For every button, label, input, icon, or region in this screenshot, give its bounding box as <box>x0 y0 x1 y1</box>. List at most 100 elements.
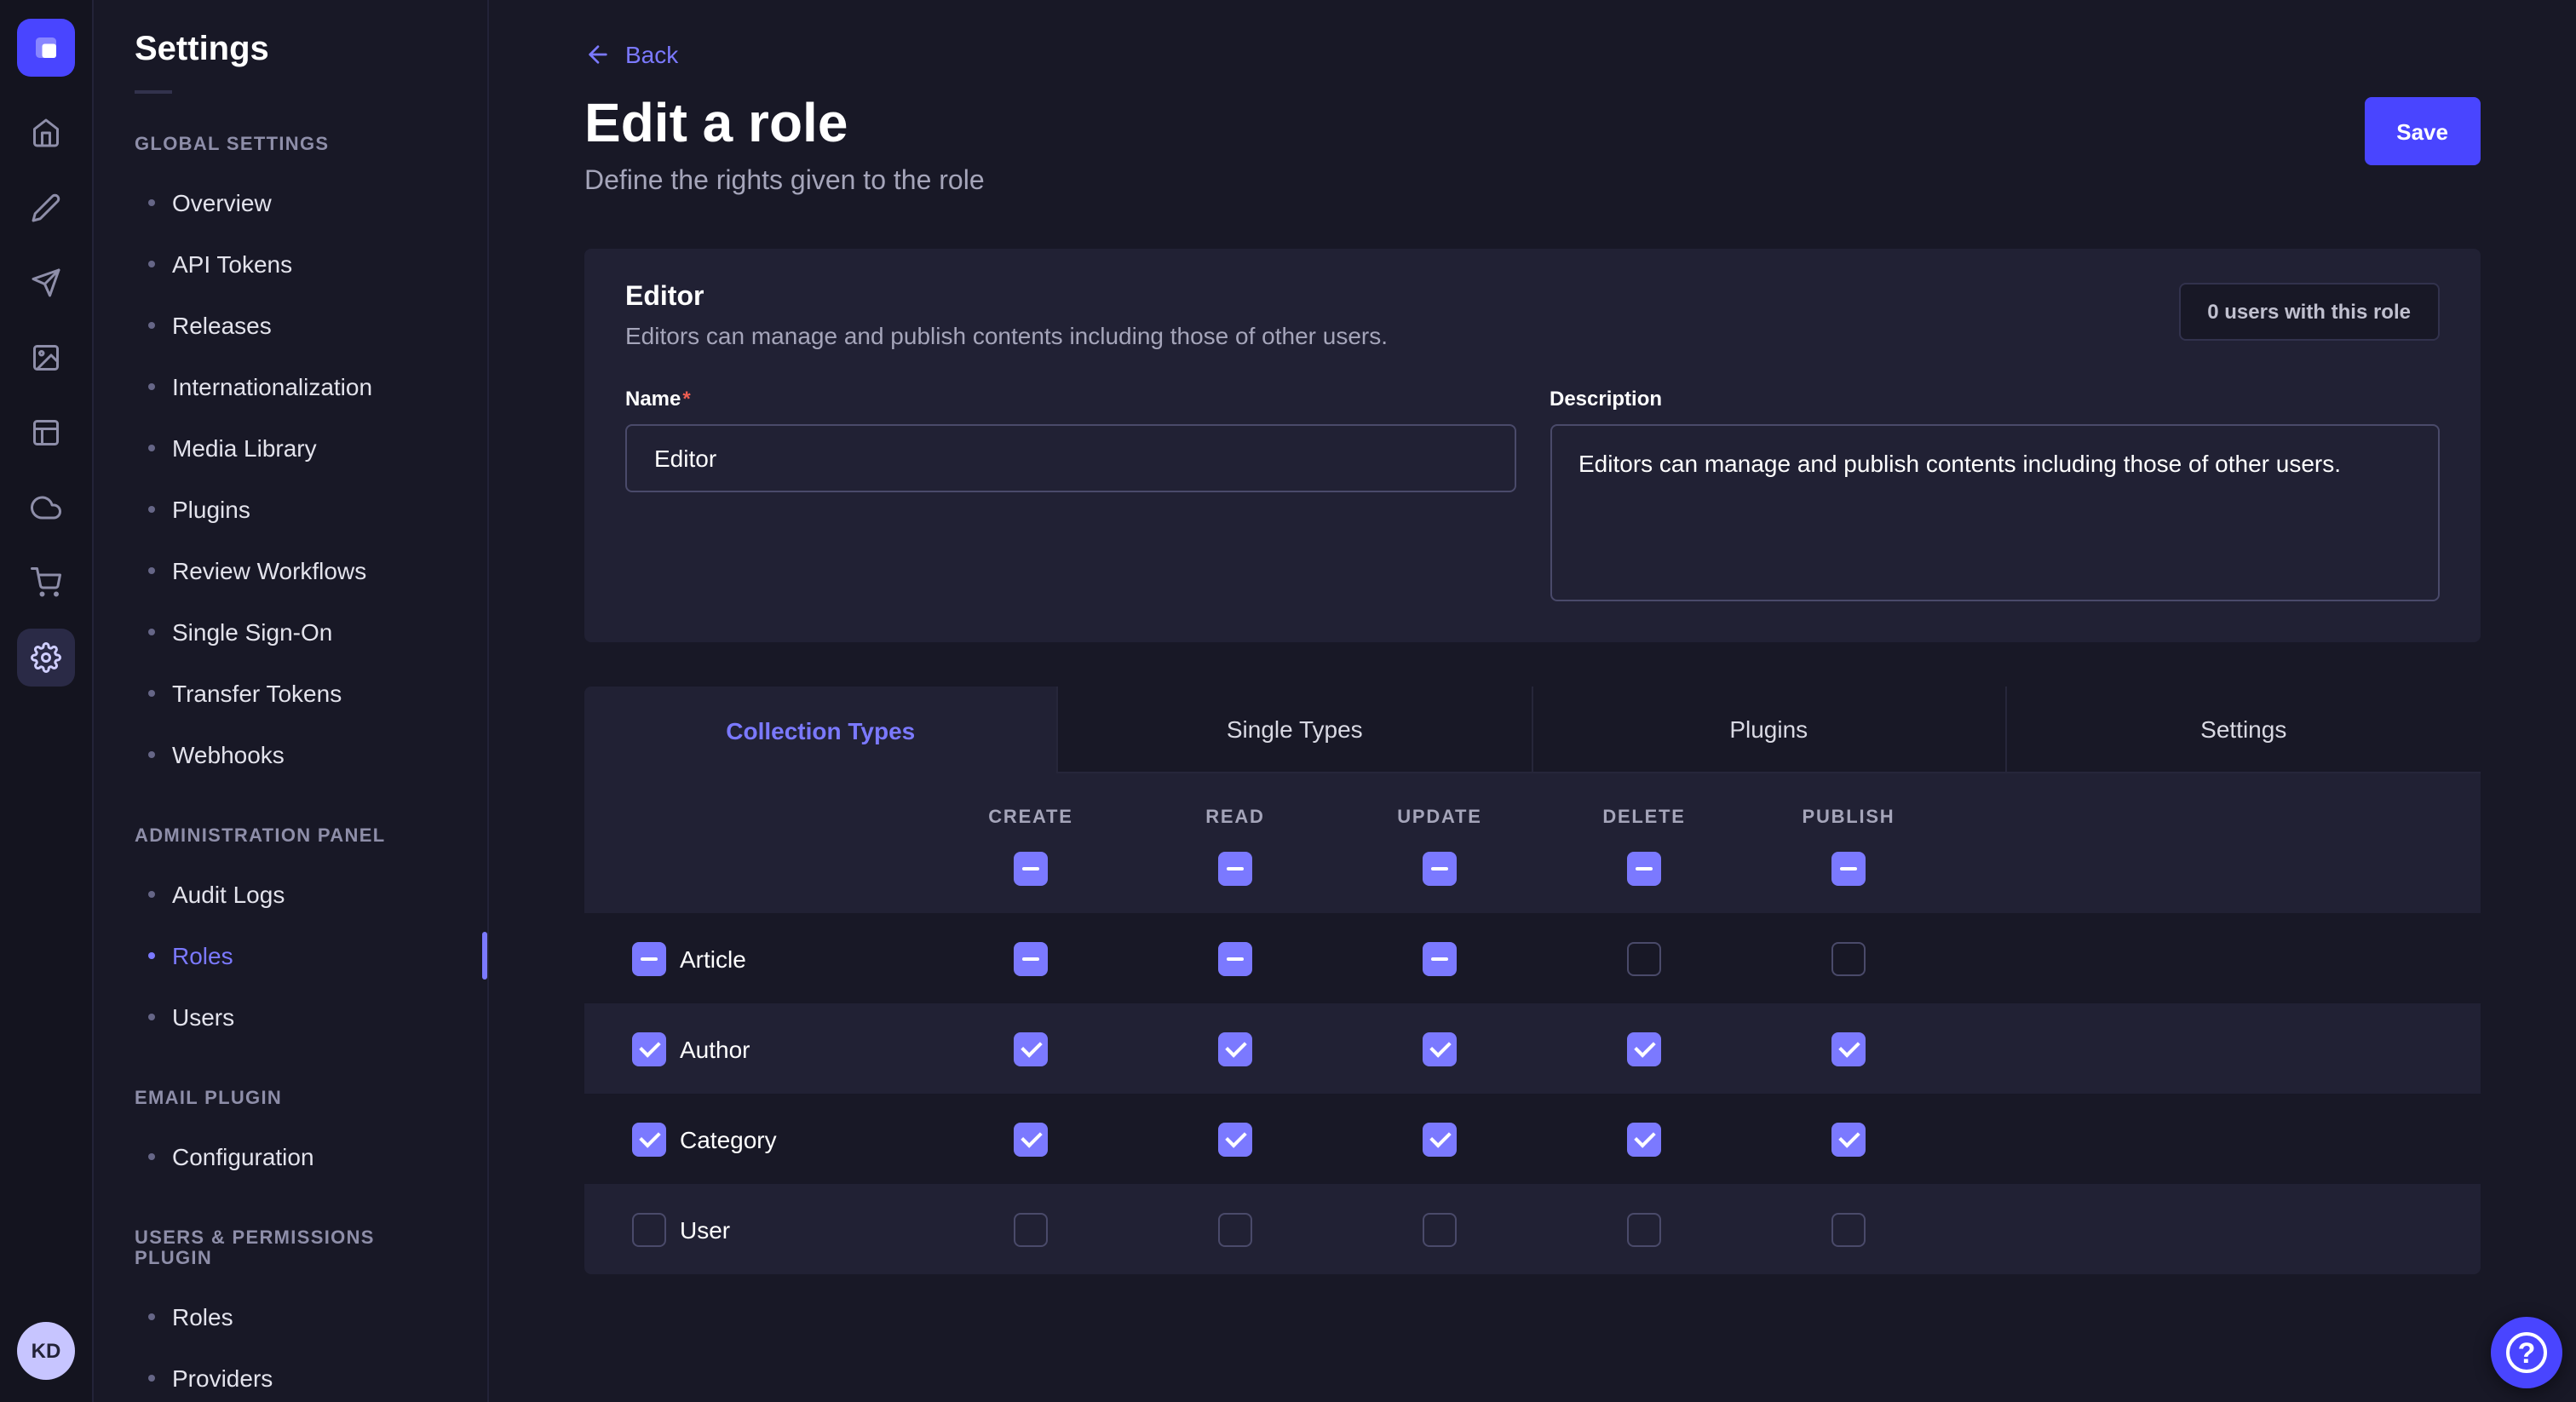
publish-checkbox[interactable] <box>1831 1212 1866 1246</box>
sidebar-item-webhooks[interactable]: Webhooks <box>94 724 487 785</box>
back-label: Back <box>625 41 678 68</box>
settings-gear-icon[interactable] <box>17 629 75 687</box>
marketplace-cart-icon[interactable] <box>17 554 75 612</box>
save-button[interactable]: Save <box>2364 97 2481 165</box>
sidebar-item-label: Webhooks <box>172 741 285 768</box>
sidebar-item-releases[interactable]: Releases <box>94 295 487 356</box>
releases-icon[interactable] <box>17 254 75 312</box>
permissions-card: Collection Types Single Types Plugins Se… <box>584 687 2481 1274</box>
create-checkbox[interactable] <box>1014 1212 1048 1246</box>
content-type-label: Category <box>680 1125 777 1152</box>
sidebar-item-label: Roles <box>172 942 233 969</box>
sidebar-item-configuration[interactable]: Configuration <box>94 1126 487 1187</box>
tab-collection-types[interactable]: Collection Types <box>584 687 1059 773</box>
main-content: Back Edit a role Define the rights given… <box>489 0 2576 1402</box>
sidebar-item-overview[interactable]: Overview <box>94 172 487 233</box>
update-checkbox[interactable] <box>1423 941 1457 975</box>
sidebar-item-label: Overview <box>172 189 272 216</box>
publish-checkbox[interactable] <box>1831 941 1866 975</box>
column-header-create: CREATE <box>929 807 1133 828</box>
sidebar-item-label: Transfer Tokens <box>172 680 342 707</box>
row-select-checkbox[interactable] <box>632 1212 666 1246</box>
section-global-settings: GLOBAL SETTINGS Overview API Tokens Rele… <box>94 135 487 785</box>
tab-settings[interactable]: Settings <box>2007 687 2481 773</box>
bullet-icon <box>148 1313 155 1320</box>
select-all-delete-checkbox[interactable] <box>1627 852 1661 886</box>
tab-single-types[interactable]: Single Types <box>1059 687 1533 773</box>
column-header-update: UPDATE <box>1337 807 1542 828</box>
sidebar-item-audit-logs[interactable]: Audit Logs <box>94 864 487 925</box>
page-header: Edit a role Define the rights given to t… <box>584 94 2481 198</box>
bullet-icon <box>148 1375 155 1382</box>
role-name-input[interactable] <box>625 424 1515 492</box>
column-header-read: READ <box>1133 807 1337 828</box>
update-checkbox[interactable] <box>1423 1122 1457 1156</box>
content-type-builder-icon[interactable] <box>17 179 75 237</box>
read-checkbox[interactable] <box>1218 1031 1252 1066</box>
sidebar-item-up-roles[interactable]: Roles <box>94 1286 487 1347</box>
sidebar-item-single-sign-on[interactable]: Single Sign-On <box>94 601 487 663</box>
select-all-publish-checkbox[interactable] <box>1831 852 1866 886</box>
select-all-update-checkbox[interactable] <box>1423 852 1457 886</box>
question-mark-icon: ? <box>2506 1332 2547 1373</box>
delete-checkbox[interactable] <box>1627 1122 1661 1156</box>
sidebar-item-label: Single Sign-On <box>172 618 332 646</box>
delete-checkbox[interactable] <box>1627 1212 1661 1246</box>
sidebar-item-transfer-tokens[interactable]: Transfer Tokens <box>94 663 487 724</box>
sidebar-item-media-library[interactable]: Media Library <box>94 417 487 479</box>
publish-checkbox[interactable] <box>1831 1031 1866 1066</box>
create-checkbox[interactable] <box>1014 1031 1048 1066</box>
role-description-textarea[interactable]: Editors can manage and publish contents … <box>1550 424 2440 601</box>
row-select-checkbox[interactable] <box>632 1122 666 1156</box>
strapi-logo[interactable] <box>17 19 75 77</box>
sidebar-item-users[interactable]: Users <box>94 986 487 1048</box>
create-checkbox[interactable] <box>1014 941 1048 975</box>
sidebar-item-roles-active[interactable]: Roles <box>94 925 487 986</box>
page-title: Edit a role <box>584 94 985 153</box>
read-checkbox[interactable] <box>1218 1122 1252 1156</box>
read-checkbox[interactable] <box>1218 941 1252 975</box>
bullet-icon <box>148 952 155 959</box>
bullet-icon <box>148 322 155 329</box>
update-checkbox[interactable] <box>1423 1031 1457 1066</box>
sidebar-item-label: Review Workflows <box>172 557 366 584</box>
create-checkbox[interactable] <box>1014 1122 1048 1156</box>
sidebar-item-api-tokens[interactable]: API Tokens <box>94 233 487 295</box>
user-avatar[interactable]: KD <box>17 1322 75 1380</box>
media-library-icon[interactable] <box>17 329 75 387</box>
home-icon[interactable] <box>17 104 75 162</box>
update-checkbox[interactable] <box>1423 1212 1457 1246</box>
select-all-create-checkbox[interactable] <box>1014 852 1048 886</box>
publish-checkbox[interactable] <box>1831 1122 1866 1156</box>
sidebar-item-review-workflows[interactable]: Review Workflows <box>94 540 487 601</box>
bullet-icon <box>148 567 155 574</box>
permission-row-article: Article <box>584 913 2481 1003</box>
sidebar-title-divider <box>135 90 172 94</box>
delete-checkbox[interactable] <box>1627 1031 1661 1066</box>
back-link[interactable]: Back <box>584 41 678 68</box>
help-button[interactable]: ? <box>2491 1317 2562 1388</box>
deployments-cloud-icon[interactable] <box>17 479 75 537</box>
content-manager-icon[interactable] <box>17 404 75 462</box>
tab-plugins[interactable]: Plugins <box>1532 687 2007 773</box>
sidebar-item-plugins[interactable]: Plugins <box>94 479 487 540</box>
sidebar-item-providers[interactable]: Providers <box>94 1347 487 1402</box>
row-select-checkbox[interactable] <box>632 1031 666 1066</box>
sidebar-item-internationalization[interactable]: Internationalization <box>94 356 487 417</box>
permission-row-author: Author <box>584 1003 2481 1094</box>
users-with-role-badge[interactable]: 0 users with this role <box>2178 283 2440 341</box>
main-navbar: KD <box>0 0 94 1402</box>
delete-checkbox[interactable] <box>1627 941 1661 975</box>
bullet-icon <box>148 1014 155 1020</box>
bullet-icon <box>148 445 155 451</box>
permissions-table-header: CREATE READ UPDATE DELETE PUBLISH <box>584 773 2481 913</box>
navbar-icon-list <box>17 104 75 687</box>
required-asterisk: * <box>682 387 690 411</box>
select-all-read-checkbox[interactable] <box>1218 852 1252 886</box>
role-details-card: Editor Editors can manage and publish co… <box>584 249 2481 642</box>
bullet-icon <box>148 261 155 267</box>
description-field-group: Description Editors can manage and publi… <box>1550 387 2440 601</box>
sidebar-item-label: Plugins <box>172 496 250 523</box>
row-select-checkbox[interactable] <box>632 941 666 975</box>
read-checkbox[interactable] <box>1218 1212 1252 1246</box>
